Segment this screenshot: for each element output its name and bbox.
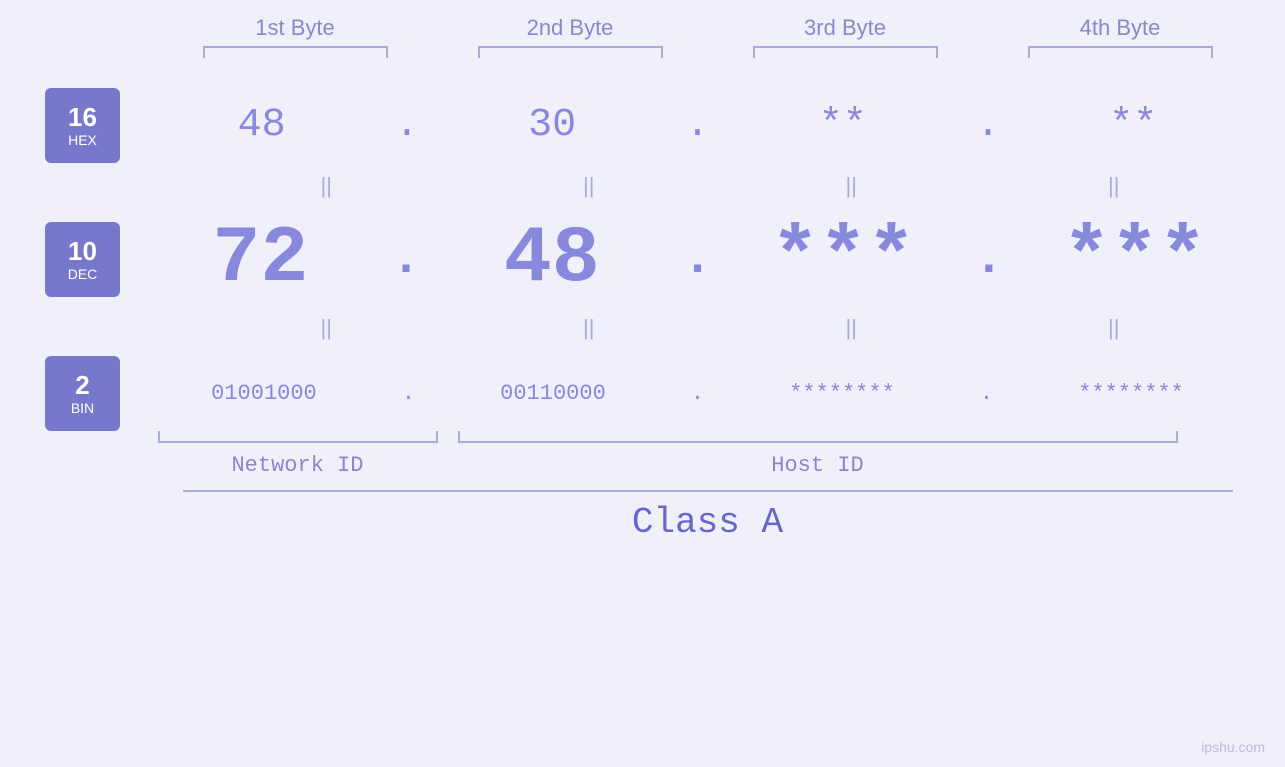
eq1-b1: || [226,173,426,199]
host-bracket [458,431,1178,443]
eq2-b1: || [226,315,426,341]
bin-b2: 00110000 [453,381,653,406]
bracket-1 [203,46,388,58]
equals-row-1: || || || || [175,168,1275,204]
bin-b4: ******** [1031,381,1231,406]
eq2-b4: || [1014,315,1214,341]
dec-dot3: . [974,231,1004,288]
dec-badge-label: DEC [68,266,98,282]
hex-b3: ** [743,103,943,148]
hex-badge-label: HEX [68,132,97,148]
hex-dot1: . [395,103,419,148]
bin-badge-number: 2 [75,371,89,400]
host-id-label: Host ID [458,453,1178,478]
header-byte4: 4th Byte [1010,15,1230,41]
bracket-3 [753,46,938,58]
hex-badge: 16 HEX [45,88,120,163]
header-byte1: 1st Byte [185,15,405,41]
header-byte2: 2nd Byte [460,15,680,41]
bin-dot1: . [402,381,415,406]
hex-values: 48 . 30 . ** . ** [120,103,1285,148]
dec-dot2: . [682,231,712,288]
class-label: Class A [183,502,1233,543]
dec-b4: *** [1035,214,1235,305]
hex-dot3: . [976,103,1000,148]
equals-row-2: || || || || [175,310,1275,346]
eq2-b3: || [751,315,951,341]
hex-b2: 30 [452,103,652,148]
id-labels: Network ID Host ID [158,453,1258,478]
eq1-b2: || [489,173,689,199]
hex-b1: 48 [162,103,362,148]
bin-b3: ******** [742,381,942,406]
class-line [183,490,1233,492]
top-brackets [158,46,1258,58]
bracket-2 [478,46,663,58]
bracket-4 [1028,46,1213,58]
class-section: Class A [183,490,1233,543]
dec-dot1: . [391,231,421,288]
byte-headers: 1st Byte 2nd Byte 3rd Byte 4th Byte [158,15,1258,41]
bin-dot3: . [980,381,993,406]
bin-values: 01001000 . 00110000 . ******** . *******… [120,381,1285,406]
eq1-b3: || [751,173,951,199]
hex-b4: ** [1033,103,1233,148]
header-byte3: 3rd Byte [735,15,955,41]
hex-badge-number: 16 [68,103,97,132]
bottom-section: Network ID Host ID [158,431,1258,478]
dec-b1: 72 [160,214,360,305]
eq2-b2: || [489,315,689,341]
bin-dot2: . [691,381,704,406]
dec-b2: 48 [452,214,652,305]
watermark: ipshu.com [1201,739,1265,755]
bin-row: 2 BIN 01001000 . 00110000 . ******** . *… [0,356,1285,431]
bin-b1: 01001000 [164,381,364,406]
network-id-label: Network ID [158,453,438,478]
bin-badge: 2 BIN [45,356,120,431]
hex-row: 16 HEX 48 . 30 . ** . ** [0,88,1285,163]
network-bracket [158,431,438,443]
eq1-b4: || [1014,173,1214,199]
dec-badge: 10 DEC [45,222,120,297]
dec-b3: *** [743,214,943,305]
hex-dot2: . [685,103,709,148]
bin-badge-label: BIN [71,400,94,416]
dec-badge-number: 10 [68,237,97,266]
dec-values: 72 . 48 . *** . *** [120,214,1285,305]
dec-row: 10 DEC 72 . 48 . *** . *** [0,214,1285,305]
main-container: 1st Byte 2nd Byte 3rd Byte 4th Byte 16 H… [0,0,1285,767]
bottom-brackets [158,431,1258,443]
